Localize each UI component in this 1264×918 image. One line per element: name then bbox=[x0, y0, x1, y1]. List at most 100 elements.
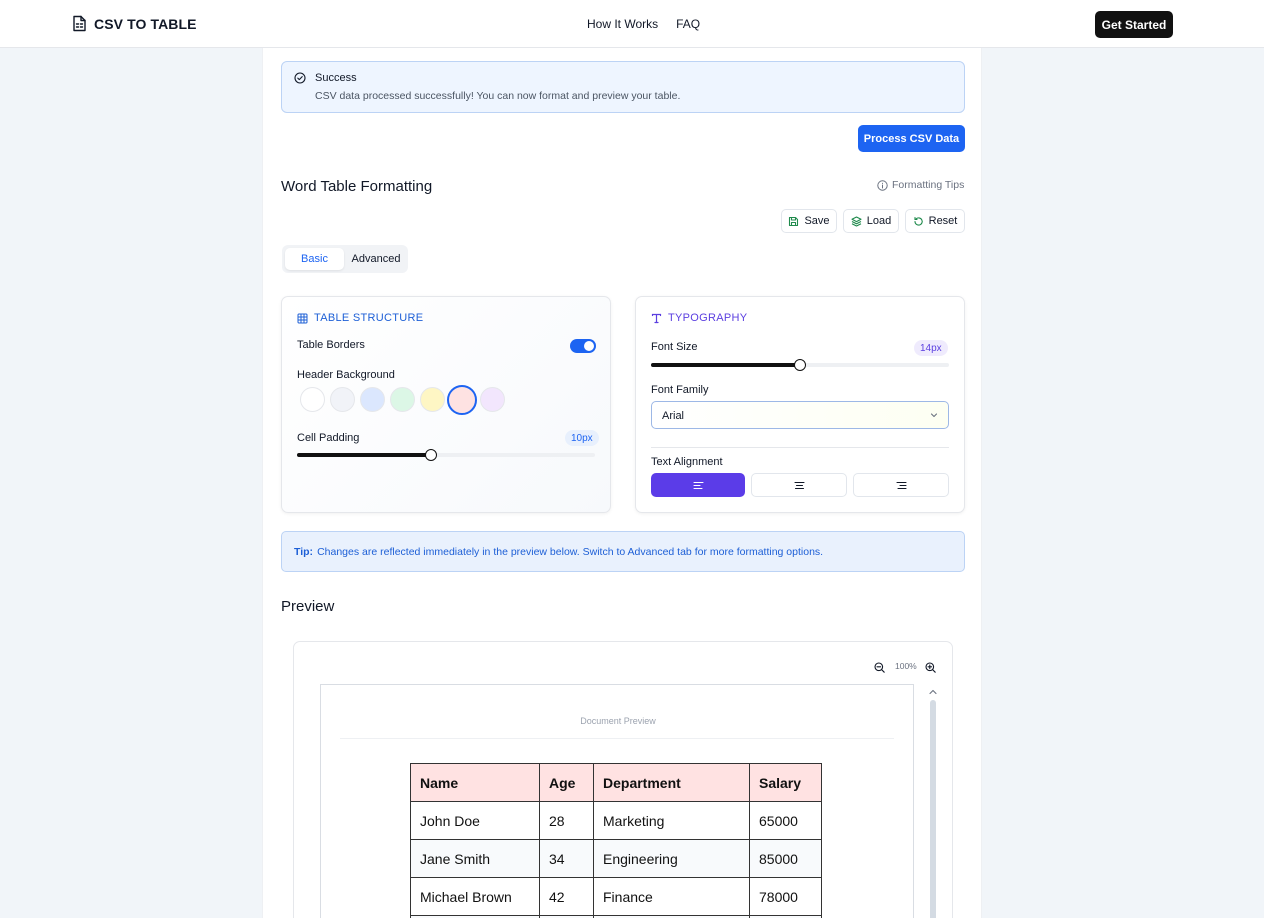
table-cell: Finance bbox=[593, 877, 750, 916]
preview-scrollbar[interactable] bbox=[922, 688, 940, 918]
preview-title: Preview bbox=[281, 598, 335, 615]
header-color-swatch[interactable] bbox=[299, 387, 325, 412]
reset-label: Reset bbox=[928, 215, 958, 227]
font-family-label: Font Family bbox=[651, 384, 709, 396]
document-page: Document Preview Name Age Department Sal… bbox=[320, 684, 914, 918]
reset-button[interactable]: Reset bbox=[905, 209, 965, 233]
type-icon bbox=[651, 313, 662, 323]
header-color-swatch[interactable] bbox=[479, 387, 505, 412]
typography-title: TYPOGRAPHY bbox=[668, 312, 748, 324]
header-color-swatch[interactable] bbox=[329, 387, 355, 412]
preview-frame: 100% Document Preview Name Age Departmen… bbox=[293, 641, 953, 918]
formatting-tips-label: Formatting Tips bbox=[892, 179, 965, 191]
document-header-rule bbox=[340, 738, 894, 739]
nav-faq[interactable]: FAQ bbox=[676, 17, 700, 31]
table-borders-label: Table Borders bbox=[297, 339, 365, 351]
table-cell: Jane Smith bbox=[410, 839, 540, 878]
top-navbar: CSV TO TABLE How It Works FAQ Get Starte… bbox=[0, 0, 1264, 48]
save-label: Save bbox=[804, 215, 830, 227]
info-icon bbox=[877, 179, 888, 191]
align-right-icon bbox=[895, 481, 907, 489]
font-size-value: 14px bbox=[914, 340, 948, 356]
table-cell: 85000 bbox=[749, 839, 822, 878]
text-alignment-label: Text Alignment bbox=[651, 456, 723, 468]
font-size-slider[interactable] bbox=[651, 359, 949, 371]
table-grid-icon bbox=[297, 313, 308, 323]
load-button[interactable]: Load bbox=[843, 209, 899, 233]
brand-name: CSV TO TABLE bbox=[94, 15, 197, 32]
table-cell: Marketing bbox=[593, 801, 750, 840]
alert-message: CSV data processed successfully! You can… bbox=[315, 90, 681, 102]
table-cell: John Doe bbox=[410, 801, 540, 840]
table-row: Jane Smith 34 Engineering 85000 bbox=[410, 839, 822, 878]
header-color-swatch[interactable] bbox=[447, 385, 477, 415]
tip-text: Changes are reflected immediately in the… bbox=[317, 545, 824, 558]
load-label: Load bbox=[866, 215, 892, 227]
formatting-tips-link[interactable]: Formatting Tips bbox=[877, 179, 964, 191]
table-cell: Michael Brown bbox=[410, 877, 540, 916]
table-structure-title: TABLE STRUCTURE bbox=[314, 312, 424, 324]
typography-panel: TYPOGRAPHY Font Size 14px Font Family Ar… bbox=[635, 296, 965, 513]
font-size-label: Font Size bbox=[651, 341, 698, 353]
align-center-icon bbox=[793, 481, 805, 489]
tip-prefix: Tip: bbox=[294, 545, 314, 558]
slider-fill bbox=[651, 363, 800, 367]
nav-how-it-works[interactable]: How It Works bbox=[587, 17, 658, 31]
success-alert: Success CSV data processed successfully!… bbox=[281, 61, 965, 113]
chevron-down-icon bbox=[930, 413, 938, 418]
table-header-row: Name Age Department Salary bbox=[410, 763, 822, 802]
header-color-swatch[interactable] bbox=[419, 387, 445, 412]
align-right-button[interactable] bbox=[853, 473, 949, 497]
header-color-swatch[interactable] bbox=[359, 387, 385, 412]
header-color-swatch[interactable] bbox=[389, 387, 415, 412]
reset-icon bbox=[914, 216, 923, 226]
slider-thumb[interactable] bbox=[425, 449, 438, 461]
table-cell: 28 bbox=[539, 801, 594, 840]
font-family-selected: Arial bbox=[662, 410, 685, 422]
slider-thumb[interactable] bbox=[794, 359, 806, 371]
font-family-select[interactable]: Arial bbox=[651, 401, 949, 429]
table-cell: 65000 bbox=[749, 801, 822, 840]
tab-basic[interactable]: Basic bbox=[285, 248, 344, 270]
table-row: Michael Brown 42 Finance 78000 bbox=[410, 877, 822, 916]
alert-title: Success bbox=[315, 72, 357, 84]
table-cell: 42 bbox=[539, 877, 594, 916]
process-csv-button[interactable]: Process CSV Data bbox=[858, 125, 965, 152]
table-cell: Engineering bbox=[593, 839, 750, 878]
save-button[interactable]: Save bbox=[781, 209, 837, 233]
table-structure-panel: TABLE STRUCTURE Table Borders Header Bac… bbox=[281, 296, 611, 513]
typography-heading: TYPOGRAPHY bbox=[651, 312, 747, 324]
table-cell: 34 bbox=[539, 839, 594, 878]
zoom-level: 100% bbox=[895, 661, 917, 671]
cell-padding-label: Cell Padding bbox=[297, 432, 360, 444]
save-icon bbox=[789, 216, 799, 226]
check-circle-icon bbox=[294, 72, 306, 84]
align-left-icon bbox=[692, 481, 704, 489]
table-header-cell: Name bbox=[410, 763, 540, 802]
cell-padding-value: 10px bbox=[565, 430, 599, 446]
table-borders-toggle[interactable] bbox=[570, 339, 596, 353]
header-background-label: Header Background bbox=[297, 369, 395, 381]
layers-icon bbox=[851, 215, 862, 227]
table-cell: 78000 bbox=[749, 877, 822, 916]
brand-logo[interactable]: CSV TO TABLE bbox=[72, 15, 197, 32]
slider-fill bbox=[297, 453, 432, 457]
zoom-out-icon[interactable] bbox=[874, 662, 885, 673]
table-header-cell: Salary bbox=[749, 763, 822, 802]
cell-padding-slider[interactable] bbox=[297, 449, 595, 461]
formatting-title: Word Table Formatting bbox=[281, 178, 433, 195]
align-center-button[interactable] bbox=[751, 473, 847, 497]
tab-advanced[interactable]: Advanced bbox=[346, 248, 406, 270]
get-started-button[interactable]: Get Started bbox=[1095, 11, 1173, 38]
formatting-tabs: Basic Advanced bbox=[282, 245, 408, 273]
file-spreadsheet-icon bbox=[73, 15, 86, 32]
header-background-swatches bbox=[297, 385, 597, 415]
scroll-up-icon[interactable] bbox=[928, 688, 938, 696]
table-header-cell: Age bbox=[539, 763, 594, 802]
scrollbar-thumb[interactable] bbox=[930, 700, 936, 918]
table-row: John Doe 28 Marketing 65000 bbox=[410, 801, 822, 840]
table-header-cell: Department bbox=[593, 763, 750, 802]
preview-table: Name Age Department Salary John Doe 28 M… bbox=[410, 763, 822, 918]
zoom-in-icon[interactable] bbox=[925, 662, 936, 673]
align-left-button[interactable] bbox=[651, 473, 745, 497]
